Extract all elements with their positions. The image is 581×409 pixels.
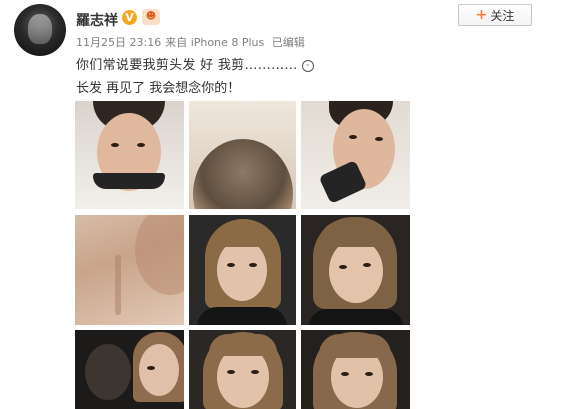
post-text-line1: 你们常说要我剪头发 好 我剪………… ᵕ	[76, 54, 315, 73]
follow-label: 关注	[490, 8, 515, 23]
post-meta: 11月25日 23:16 来自 iPhone 8 Plus 已编辑	[76, 34, 309, 50]
member-crown-icon: ☻	[142, 9, 160, 25]
device-source[interactable]: iPhone 8 Plus	[191, 36, 265, 49]
photo-1-short-hair-mask[interactable]	[75, 101, 184, 209]
verified-v-icon: V	[122, 10, 137, 25]
photo-6-long-hair-smile[interactable]	[301, 215, 410, 325]
follow-button[interactable]: + 关注	[458, 4, 532, 26]
photo-4-neck-closeup[interactable]	[75, 215, 184, 325]
photo-8-long-hair-squint[interactable]	[189, 330, 296, 409]
plus-icon: +	[475, 7, 488, 23]
post-text-line2: 长发 再见了 我会想念你的！	[76, 81, 241, 96]
photo-9-long-hair-front[interactable]	[301, 330, 410, 409]
via-prefix: 来自	[165, 36, 188, 49]
photo-7-two-people[interactable]	[75, 330, 184, 409]
photo-3-mask-side[interactable]	[301, 101, 410, 209]
post-time[interactable]: 11月25日 23:16	[76, 36, 161, 49]
post-text-1: 你们常说要我剪头发 好 我剪…………	[76, 58, 298, 73]
photo-2-buzzcut-top[interactable]	[189, 101, 296, 209]
edited-label[interactable]: 已编辑	[272, 36, 305, 49]
photo-5-long-hair-selfie[interactable]	[189, 215, 296, 325]
grin-emoji-icon: ᵕ	[302, 59, 315, 72]
user-avatar[interactable]	[14, 4, 66, 56]
username[interactable]: 羅志祥	[76, 10, 118, 30]
